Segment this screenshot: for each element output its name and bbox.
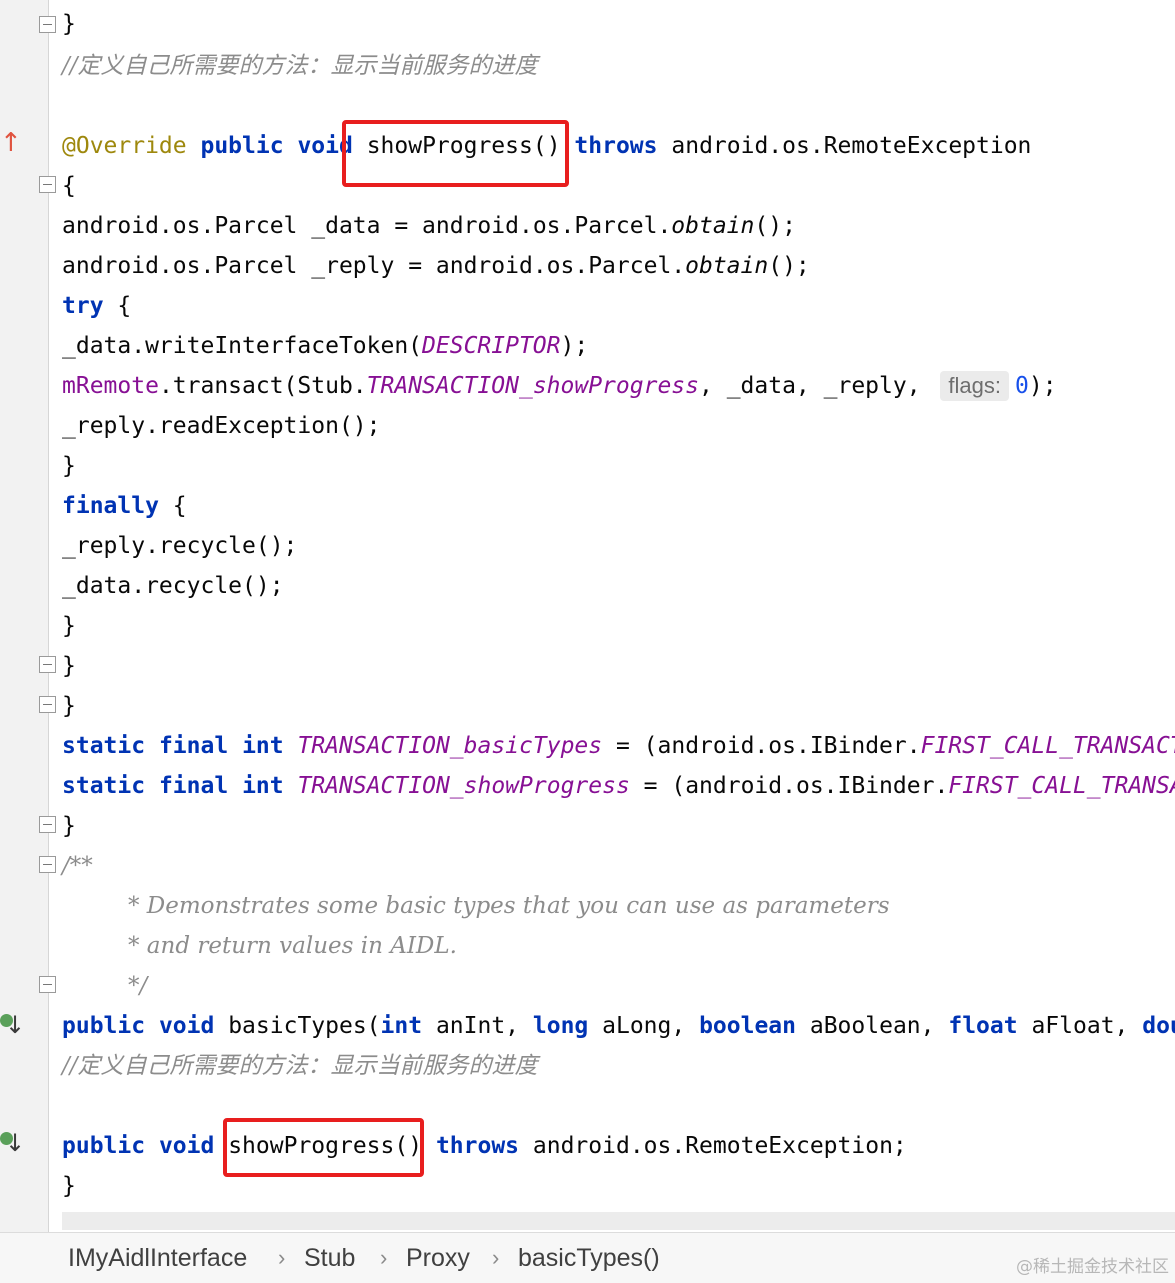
chevron-right-icon: › (278, 1245, 286, 1270)
code-line: } (62, 613, 76, 639)
breadcrumb-item[interactable]: Stub (304, 1243, 355, 1273)
code-line: //定义自己所需要的方法：显示当前服务的进度 (62, 1046, 538, 1086)
code-line: } (62, 11, 76, 37)
code-line: finally { (62, 493, 187, 519)
code-line: */ (128, 973, 148, 999)
code-line: _data.writeInterfaceToken(DESCRIPTOR); (62, 333, 589, 359)
horizontal-scrollbar[interactable] (62, 1212, 1175, 1230)
code-line: } (62, 453, 76, 479)
code-line: android.os.Parcel _data = android.os.Par… (62, 213, 796, 239)
comment: //定义自己所需要的方法：显示当前服务的进度 (62, 53, 538, 79)
highlight-box (223, 1118, 424, 1177)
code-line: public void showProgress() throws androi… (62, 1133, 907, 1159)
parameter-hint: flags: (940, 371, 1009, 401)
code-line: static final int TRANSACTION_showProgres… (62, 773, 1175, 799)
code-line: android.os.Parcel _reply = android.os.Pa… (62, 253, 810, 279)
code-line: * and return values in AIDL. (128, 933, 457, 959)
code-line: } (62, 653, 76, 679)
code-line: } (62, 1173, 76, 1199)
code-line: static final int TRANSACTION_basicTypes … (62, 733, 1175, 759)
chevron-right-icon: › (492, 1245, 500, 1270)
code-line: /** (62, 853, 93, 879)
breadcrumb: IMyAidlInterface › Stub › Proxy › basicT… (0, 1232, 1175, 1283)
breadcrumb-item[interactable]: IMyAidlInterface (68, 1243, 247, 1273)
code-line: public void basicTypes(int anInt, long a… (62, 1013, 1175, 1039)
breadcrumb-item[interactable]: Proxy (406, 1243, 470, 1273)
chevron-right-icon: › (380, 1245, 388, 1270)
comment: //定义自己所需要的方法：显示当前服务的进度 (62, 1053, 538, 1079)
code-line: try { (62, 293, 132, 319)
code-editor[interactable]: } //定义自己所需要的方法：显示当前服务的进度 @Override publi… (0, 0, 1175, 1232)
annotation: @Override (62, 133, 187, 159)
watermark: @稀土掘金技术社区 (1016, 1257, 1169, 1277)
code-line: _data.recycle(); (62, 573, 284, 599)
code-line: } (62, 813, 76, 839)
breadcrumb-item[interactable]: basicTypes() (518, 1243, 660, 1273)
code-line: _reply.recycle(); (62, 533, 298, 559)
highlight-box (342, 120, 569, 187)
code-line: } (62, 693, 76, 719)
code-line: * Demonstrates some basic types that you… (128, 893, 890, 919)
code-line: mRemote.transact(Stub.TRANSACTION_showPr… (62, 371, 1057, 401)
code-line: //定义自己所需要的方法：显示当前服务的进度 (62, 46, 538, 86)
code-line: { (62, 173, 76, 199)
code-line: _reply.readException(); (62, 413, 381, 439)
